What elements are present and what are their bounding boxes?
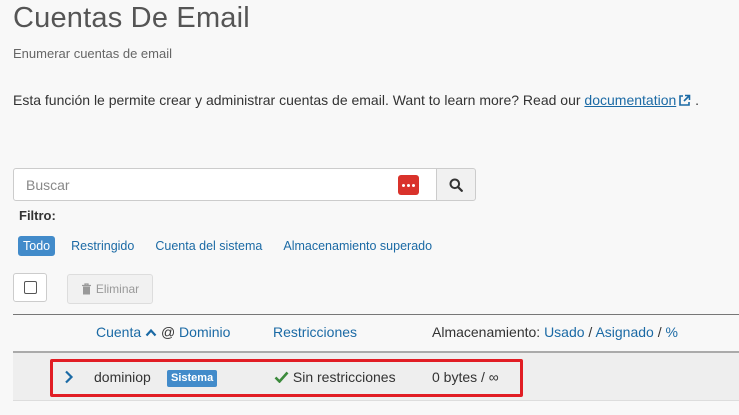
search-input[interactable] xyxy=(14,169,384,200)
search-box xyxy=(13,168,437,201)
page-subtitle: Enumerar cuentas de email xyxy=(13,46,172,61)
select-all-checkbox[interactable] xyxy=(13,273,47,302)
sort-account-link[interactable]: Cuenta xyxy=(96,324,141,340)
sort-domain-link[interactable]: Dominio xyxy=(179,324,230,340)
trash-icon xyxy=(81,283,91,295)
intro-suffix: . xyxy=(695,92,700,108)
filter-storage-exceeded[interactable]: Almacenamiento superado xyxy=(278,236,437,256)
delete-button[interactable]: Eliminar xyxy=(67,274,153,304)
sort-restrictions-link[interactable]: Restricciones xyxy=(273,324,357,340)
page-title: Cuentas De Email xyxy=(13,2,250,34)
sort-up-icon[interactable] xyxy=(145,328,157,337)
filter-all[interactable]: Todo xyxy=(18,236,56,256)
filter-restricted[interactable]: Restringido xyxy=(66,236,139,256)
header-separator: / xyxy=(657,324,662,340)
search-icon xyxy=(449,178,463,192)
intro-description: Esta función le permite crear y administ… xyxy=(13,92,585,108)
password-manager-icon[interactable] xyxy=(398,175,419,195)
header-storage: Almacenamiento: Usado / Asignado / % xyxy=(432,324,678,340)
sort-assigned-link[interactable]: Asignado xyxy=(595,324,653,340)
sort-percent-link[interactable]: % xyxy=(666,324,678,340)
search-button[interactable] xyxy=(436,168,476,201)
highlight-box xyxy=(50,359,523,397)
external-link-icon[interactable] xyxy=(678,94,691,107)
filter-label: Filtro: xyxy=(19,208,56,223)
table-row-border xyxy=(13,400,739,401)
intro-text: Esta función le permite crear y administ… xyxy=(13,92,699,108)
filter-system-account[interactable]: Cuenta del sistema xyxy=(150,236,267,256)
checkbox-box xyxy=(23,281,37,294)
header-restrictions: Restricciones xyxy=(273,324,357,340)
header-account: Cuenta @ Dominio xyxy=(96,324,230,340)
filter-group: Todo Restringido Cuenta del sistema Alma… xyxy=(18,236,448,256)
documentation-link[interactable]: documentation xyxy=(584,92,676,108)
header-separator: / xyxy=(588,324,593,340)
table-top-border xyxy=(13,314,739,315)
sort-used-link[interactable]: Usado xyxy=(544,324,584,340)
header-storage-label: Almacenamiento: xyxy=(432,324,541,340)
delete-label: Eliminar xyxy=(95,282,140,296)
header-at: @ xyxy=(160,324,176,340)
